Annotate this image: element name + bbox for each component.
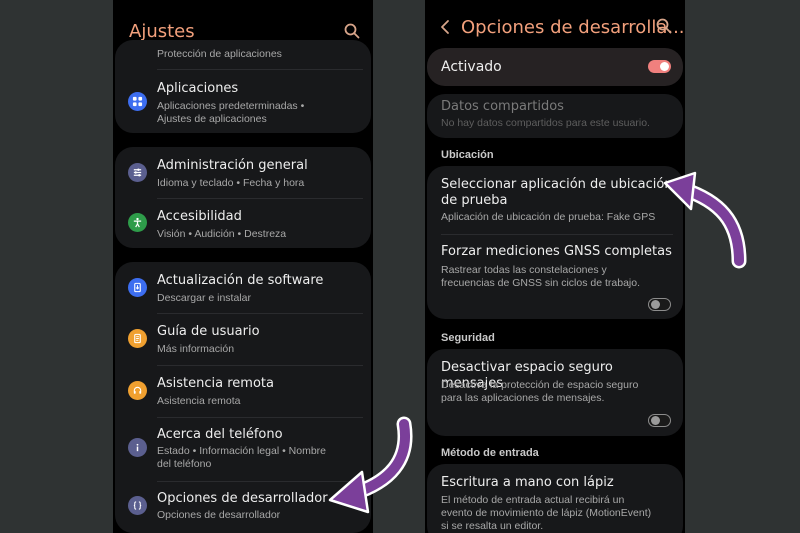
item-subtitle: Rastrear todas las constelaciones y [441, 264, 607, 276]
page-title: Opciones de desarrolla... [461, 17, 685, 38]
partial-item-subtitle: Protección de aplicaciones [157, 48, 282, 60]
item-title: de prueba [441, 193, 508, 208]
item-title: Seleccionar aplicación de ubicación [441, 177, 673, 192]
item-title: Datos compartidos [441, 99, 564, 114]
gnss-toggle[interactable] [648, 298, 671, 311]
item-title: Escritura a mano con lápiz [441, 475, 614, 490]
apps-grid-icon [128, 92, 147, 111]
item-subtitle: Descargar e instalar [157, 292, 251, 304]
item-subtitle: Aplicaciones predeterminadas • [157, 100, 305, 112]
settings-item-administracion-general[interactable]: Administración general Idioma y teclado … [115, 147, 371, 197]
section-header-metodo-entrada: Método de entrada [441, 447, 539, 459]
settings-item-accesibilidad[interactable]: Accesibilidad Visión • Audición • Destre… [115, 199, 371, 248]
developer-options-screen: Opciones de desarrolla... Activado Datos… [425, 0, 685, 533]
secure-space-toggle[interactable] [648, 414, 671, 427]
page-title: Ajustes [129, 21, 195, 42]
search-icon[interactable] [655, 17, 673, 35]
settings-item-guia-usuario[interactable]: Guía de usuario Más información [115, 314, 371, 364]
section-header-ubicacion: Ubicación [441, 149, 494, 161]
item-subtitle: Visión • Audición • Destreza [157, 228, 287, 240]
annotation-arrow-mock-location [663, 171, 747, 269]
item-subtitle: Ajustes de aplicaciones [157, 113, 267, 125]
section-header-seguridad: Seguridad [441, 332, 495, 344]
item-subtitle: Desactiva la protección de espacio segur… [441, 379, 639, 391]
item-title: Forzar mediciones GNSS completas [441, 244, 672, 259]
toggle-knob [651, 416, 660, 425]
item-subtitle: si se resalta un editor. [441, 520, 544, 532]
item-subtitle: Idioma y teclado • Fecha y hora [157, 177, 305, 189]
item-title: Guía de usuario [157, 324, 260, 339]
settings-group-general: Administración general Idioma y teclado … [115, 147, 371, 248]
item-subtitle: Asistencia remota [157, 395, 241, 407]
item-subtitle: frecuencias de GNSS sin ciclos de trabaj… [441, 277, 641, 289]
developer-braces-icon [128, 496, 147, 515]
info-icon [128, 438, 147, 457]
item-title: Actualización de software [157, 273, 324, 288]
gnss-measurements-item[interactable]: Forzar mediciones GNSS completas Rastrea… [427, 235, 683, 319]
toggle-knob [651, 300, 660, 309]
item-title: Asistencia remota [157, 376, 274, 391]
accessibility-icon [128, 213, 147, 232]
sliders-icon [128, 163, 147, 182]
secure-space-messages-item[interactable]: Desactivar espacio seguro mensajes Desac… [427, 349, 683, 436]
settings-item-asistencia-remota[interactable]: Asistencia remota Asistencia remota [115, 366, 371, 416]
settings-group-security: Desactivar espacio seguro mensajes Desac… [427, 349, 683, 436]
item-title: Administración general [157, 158, 308, 173]
settings-group-location: Seleccionar aplicación de ubicación de p… [427, 166, 683, 319]
toggle-knob [660, 62, 669, 71]
mock-location-app-item[interactable]: Seleccionar aplicación de ubicación de p… [427, 166, 683, 234]
user-guide-icon [128, 329, 147, 348]
headset-icon [128, 381, 147, 400]
developer-options-header: Opciones de desarrolla... [425, 0, 685, 50]
item-title: Aplicaciones [157, 81, 239, 96]
item-subtitle: Más información [157, 343, 235, 355]
item-subtitle: El método de entrada actual recibirá un [441, 494, 625, 506]
item-subtitle: para las aplicaciones de mensajes. [441, 392, 605, 404]
developer-options-toggle[interactable] [648, 60, 671, 73]
settings-item-actualizacion-software[interactable]: Actualización de software Descargar e in… [115, 262, 371, 312]
activated-label: Activado [441, 59, 502, 75]
shared-data-item[interactable]: Datos compartidos No hay datos compartid… [427, 94, 683, 138]
annotation-arrow-developer-options [328, 416, 413, 514]
settings-group-input: Escritura a mano con lápiz El método de … [427, 464, 683, 533]
software-update-icon [128, 278, 147, 297]
item-subtitle: No hay datos compartidos para este usuar… [441, 117, 650, 129]
settings-group-apps: Protección de aplicaciones Aplicaciones … [115, 40, 371, 133]
stylus-handwriting-item[interactable]: Escritura a mano con lápiz El método de … [427, 464, 683, 533]
settings-item-aplicaciones[interactable]: Aplicaciones Aplicaciones predeterminada… [115, 70, 371, 133]
master-switch-row[interactable]: Activado [427, 48, 683, 86]
back-icon[interactable] [438, 19, 452, 35]
item-title: Accesibilidad [157, 209, 242, 224]
item-subtitle: evento de movimiento de lápiz (MotionEve… [441, 507, 652, 519]
item-subtitle: Aplicación de ubicación de prueba: Fake … [441, 211, 656, 223]
search-icon[interactable] [343, 22, 361, 40]
